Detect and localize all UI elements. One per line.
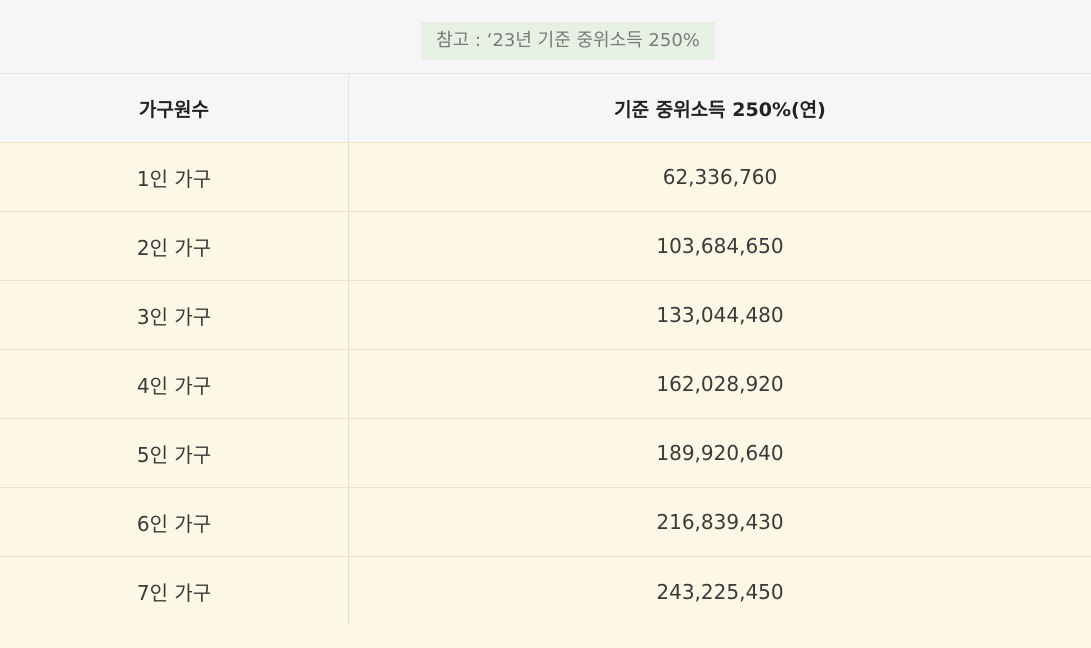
header-household-size: 가구원수: [139, 98, 209, 121]
reference-note-badge: 참고 : ‘23년 기준 중위소득 250%: [421, 22, 715, 60]
household-cell: 7인 가구: [136, 581, 212, 605]
amount-cell: 133,044,480: [348, 281, 1091, 349]
table-row: 4인 가구 162,028,920: [0, 350, 1091, 419]
table-header-row: 가구원수 기준 중위소득 250%(연): [0, 74, 1091, 143]
household-cell: 3인 가구: [136, 304, 212, 329]
amount-cell: 189,920,640: [348, 419, 1091, 487]
amount-cell: 162,028,920: [348, 350, 1091, 418]
header-median-income: 기준 중위소득 250%(연): [348, 74, 1091, 142]
household-cell: 1인 가구: [136, 166, 212, 191]
table-row: 6인 가구 216,839,430: [0, 488, 1091, 557]
table-row: 3인 가구 133,044,480: [0, 281, 1091, 350]
table-row: 5인 가구 189,920,640: [0, 419, 1091, 488]
table-row: 7인 가구 243,225,450: [0, 557, 1091, 626]
amount-cell: 216,839,430: [348, 488, 1091, 556]
household-cell: 4인 가구: [136, 373, 212, 398]
table-bottom-fill: [0, 625, 1091, 648]
household-cell: 5인 가구: [136, 442, 212, 467]
amount-cell: 243,225,450: [348, 557, 1091, 626]
table-row: 1인 가구 62,336,760: [0, 143, 1091, 212]
amount-cell: 103,684,650: [348, 212, 1091, 280]
household-cell: 2인 가구: [136, 235, 212, 260]
amount-cell: 62,336,760: [348, 143, 1091, 211]
table-row: 2인 가구 103,684,650: [0, 212, 1091, 281]
household-cell: 6인 가구: [136, 511, 212, 536]
top-area: 참고 : ‘23년 기준 중위소득 250%: [0, 0, 1091, 74]
